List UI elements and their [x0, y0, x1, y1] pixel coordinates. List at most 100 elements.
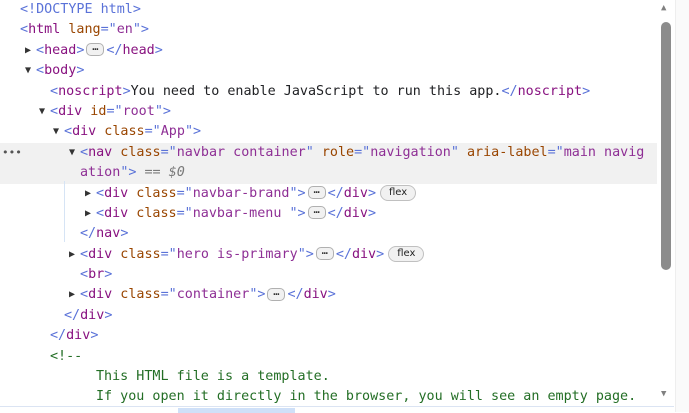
- markup-token: =": [106, 103, 123, 119]
- dom-node-line[interactable]: ▶ <head>… </head>: [0, 41, 657, 61]
- markup-token: =": [354, 144, 371, 160]
- expand-ellipsis-button[interactable]: …: [315, 247, 334, 261]
- node-markup: <div class="hero is-primary">… </div> flex: [80, 245, 425, 265]
- markup-token: <: [80, 287, 89, 303]
- triangle-down-icon[interactable]: ▼: [66, 143, 78, 163]
- markup-token: div: [303, 287, 328, 303]
- triangle-down-icon[interactable]: ▼: [50, 122, 62, 142]
- markup-token: id: [82, 103, 107, 119]
- scroll-up-arrow-icon[interactable]: ▲: [661, 3, 666, 13]
- markup-token: <: [80, 144, 89, 160]
- markup-token: div: [80, 307, 105, 323]
- dom-node-line[interactable]: This HTML file is a template.: [0, 367, 657, 387]
- markup-token: =": [176, 205, 193, 221]
- markup-token: =": [144, 124, 161, 140]
- node-markup: <body>: [36, 61, 84, 81]
- dom-node-line[interactable]: ▶ <div class="hero is-primary">… </div> fle…: [0, 245, 657, 265]
- dom-node-line[interactable]: ▼ <div id="root">: [0, 102, 657, 122]
- markup-token: <: [36, 42, 45, 58]
- markup-token: </: [327, 205, 344, 221]
- dom-node-line[interactable]: <html lang="en">: [0, 20, 657, 40]
- markup-token: body: [44, 63, 77, 79]
- markup-token: ">: [154, 103, 171, 119]
- markup-token: <: [96, 185, 105, 201]
- markup-token: div: [88, 287, 113, 303]
- markup-token: en: [116, 22, 133, 38]
- dom-node-line[interactable]: </nav>: [0, 224, 657, 244]
- markup-token: navbar container: [176, 144, 306, 160]
- expand-ellipsis-button[interactable]: …: [267, 287, 286, 301]
- markup-token: >: [122, 83, 131, 99]
- dom-node-line[interactable]: ••• ▼ <nav class="navbar container" role="…: [0, 142, 657, 164]
- node-markup: </div>: [64, 306, 112, 326]
- markup-token: class: [128, 185, 177, 201]
- markup-token: <: [50, 83, 59, 99]
- panel-edge: [675, 0, 689, 412]
- flex-badge[interactable]: flex: [380, 184, 417, 201]
- markup-token: class: [112, 246, 161, 262]
- node-markup: <div class="container">… </div>: [80, 285, 336, 305]
- markup-token: <: [20, 22, 29, 38]
- markup-token: ">: [289, 185, 306, 201]
- markup-token: br: [88, 267, 105, 283]
- markup-token: >: [76, 42, 85, 58]
- markup-token: <: [80, 267, 89, 283]
- markup-token: class: [96, 124, 145, 140]
- dom-node-line[interactable]: ▼ <div class="App">: [0, 122, 657, 142]
- node-markup: </nav>: [80, 224, 128, 244]
- expand-ellipsis-button[interactable]: …: [307, 186, 326, 200]
- markup-token: head: [44, 42, 77, 58]
- markup-token: div: [104, 205, 129, 221]
- triangle-right-icon[interactable]: ▶: [66, 285, 78, 305]
- indent-guide: [64, 181, 65, 242]
- node-markup: <div class="navbar-menu ">… </div>: [96, 204, 376, 224]
- dom-node-line[interactable]: <!DOCTYPE html>: [0, 0, 657, 20]
- expand-ellipsis-button[interactable]: …: [86, 43, 105, 57]
- markup-token: <: [96, 205, 105, 221]
- dom-node-line[interactable]: </div>: [0, 326, 657, 346]
- dom-node-line[interactable]: ▶ <div class="container">… </div>: [0, 285, 657, 305]
- dom-node-line[interactable]: <noscript>You need to enable JavaScript …: [0, 82, 657, 102]
- markup-token: ">: [120, 165, 137, 181]
- scrollbar-thumb[interactable]: [661, 22, 671, 270]
- markup-token: role: [313, 144, 355, 160]
- node-markup: <nav class="navbar container" role="navi…: [80, 143, 644, 163]
- triangle-down-icon[interactable]: ▼: [36, 102, 48, 122]
- markup-token: >: [104, 307, 113, 323]
- markup-token: navigation: [370, 144, 451, 160]
- triangle-right-icon[interactable]: ▶: [22, 41, 34, 61]
- dom-node-line[interactable]: ation"> == $0: [0, 163, 657, 184]
- more-actions-icon[interactable]: •••: [2, 143, 22, 163]
- triangle-right-icon[interactable]: ▶: [82, 204, 94, 224]
- dom-node-line[interactable]: ▶ <div class="navbar-brand">… </div> flex: [0, 184, 657, 204]
- markup-token: </: [287, 287, 304, 303]
- dom-node-line[interactable]: </div>: [0, 306, 657, 326]
- expand-ellipsis-button[interactable]: …: [307, 206, 326, 220]
- markup-token: </: [106, 42, 123, 58]
- dom-node-line[interactable]: <br>: [0, 265, 657, 285]
- dom-node-line[interactable]: ▶ <div class="navbar-menu ">… </div>: [0, 204, 657, 224]
- markup-token: >: [582, 83, 591, 99]
- triangle-down-icon[interactable]: ▼: [22, 61, 34, 81]
- markup-token: class: [112, 144, 161, 160]
- triangle-right-icon[interactable]: ▶: [66, 245, 78, 265]
- dom-node-line[interactable]: ▼ <body>: [0, 61, 657, 81]
- markup-token: </: [64, 307, 81, 323]
- markup-token: >: [154, 42, 163, 58]
- scroll-down-arrow-icon[interactable]: ▼: [661, 389, 666, 399]
- markup-token: =": [176, 185, 193, 201]
- markup-token: >: [120, 226, 129, 242]
- flex-badge[interactable]: flex: [388, 245, 425, 262]
- markup-token: ">: [249, 287, 266, 303]
- markup-token: hero is-primary: [176, 246, 298, 262]
- markup-token: ": [450, 144, 459, 160]
- triangle-right-icon[interactable]: ▶: [82, 184, 94, 204]
- markup-token: nav: [96, 226, 121, 242]
- horizontal-scrollbar-thumb[interactable]: [178, 408, 295, 413]
- vertical-scrollbar[interactable]: ▲ ▼: [658, 0, 674, 412]
- markup-token: ">: [184, 124, 202, 140]
- markup-token: container: [176, 287, 250, 303]
- dom-node-line[interactable]: If you open it directly in the browser, …: [0, 387, 657, 407]
- markup-token: >: [367, 185, 376, 201]
- dom-node-line[interactable]: <!--: [0, 347, 657, 367]
